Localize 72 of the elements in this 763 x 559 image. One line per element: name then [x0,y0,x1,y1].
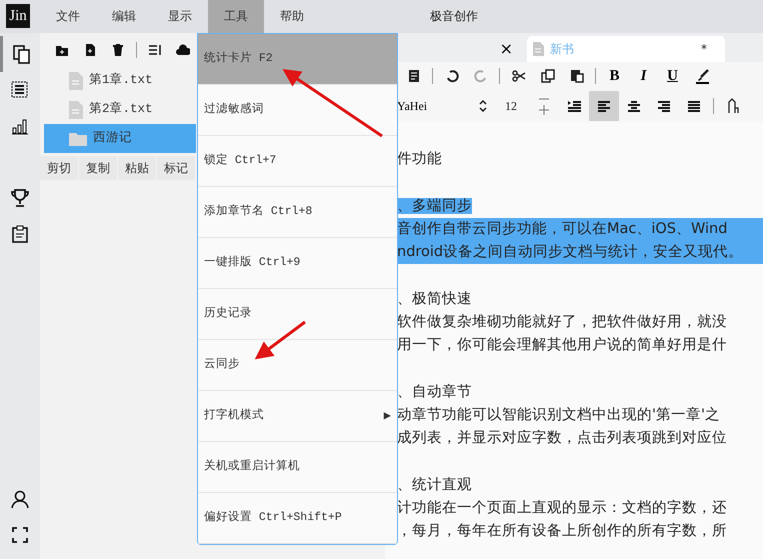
file-icon [533,42,544,56]
folder-icon [69,132,87,146]
align-indent-icon [567,99,581,113]
file-icon [69,100,83,118]
action-button[interactable]: 剪切 [40,156,78,180]
align-center-icon [627,99,641,113]
italic-button[interactable]: I [629,63,658,89]
align-right-icon [657,99,671,113]
brush-icon [694,68,708,84]
clipboard-icon [10,224,30,244]
font-select[interactable]: YaHei [397,97,487,115]
window-title: 极音创作 [430,8,478,25]
action-button[interactable]: 标记 [157,156,195,180]
list-icon [10,80,30,100]
action-button[interactable]: 粘贴 [118,156,156,180]
sort-button[interactable] [148,42,162,56]
section-title: 、自动章节 [397,384,472,400]
menu-entry[interactable]: 打字机模式 ▶ [198,391,397,442]
doc-heading: 件功能 [397,150,443,169]
editor-tab[interactable]: 新书 * [527,36,725,62]
menu-entry[interactable]: 过滤敏感词 [198,85,397,136]
menu-entry[interactable]: 统计卡片 F2 [198,34,397,85]
paragraph: 音创作自带云同步功能，可以在Mac、iOS、Wind ndroid设备之间自动同步文档与统计，安全又现代。 [397,218,763,264]
file-item[interactable]: 西游记 [44,124,196,153]
menu-entry[interactable]: 云同步 [198,340,397,391]
section-title: 、多端同步 [397,198,472,214]
cloud-icon [176,42,190,56]
plus-minus-icon [538,97,550,115]
paragraph: 计功能在一个页面上直观的显示：文档的字数，还 ，每月，每年在所有设备上所创作的所有字数，所 [397,498,728,541]
paragraph: 软件做复杂堆砌功能就好了，把软件做好用，就没 用一下，你可能会理解其他用户说的简单好用是什 [397,313,728,355]
cloud-button[interactable] [176,42,190,56]
document-icon [406,68,420,84]
spacing-icon [727,98,739,114]
sort-icon [148,42,162,56]
delete-button[interactable] [111,42,125,56]
menu-entry[interactable]: 关机或重启计算机 [198,442,397,493]
file-item[interactable]: 第2章.txt [44,95,196,124]
bold-button[interactable]: B [600,63,629,89]
file-item[interactable]: 第1章.txt [44,66,196,95]
app-logo: Jin [6,4,30,28]
trophy-icon [10,188,30,208]
menu-entry[interactable]: 偏好设置 Ctrl+Shift+P [198,493,397,544]
files-icon [12,44,32,64]
menu-entry[interactable]: 历史记录 [198,289,397,340]
font-size-field[interactable]: 12 [505,97,517,115]
paste-icon [570,68,584,84]
menu-item[interactable]: 文件 [40,0,96,33]
action-button[interactable]: 复制 [79,156,117,180]
fullscreen-icon [10,525,30,545]
paragraph: 动章节功能可以智能识别文档中出现的'第一章'之 成列表，并显示对应字数，点击列表项跳到对应位 [397,406,728,448]
align-left-icon [597,99,611,113]
menu-item[interactable]: 编辑 [96,0,152,33]
file-icon [69,72,83,90]
chevron-updown-icon [479,100,487,112]
section-title: 、极简快速 [397,291,472,307]
new-file-icon [83,42,97,56]
menu-item[interactable]: 帮助 [264,0,320,33]
scissors-icon [512,68,526,84]
menu-item[interactable]: 显示 [152,0,208,33]
menu-entry[interactable]: 添加章节名 Ctrl+8 [198,187,397,238]
align-button[interactable] [589,91,619,121]
menu-entry[interactable]: 一键排版 Ctrl+9 [198,238,397,289]
copy-icon [540,68,554,84]
trash-icon [111,42,125,56]
align-justify-icon [687,99,701,113]
user-icon [10,489,30,509]
menu-item[interactable]: 工具 [208,0,264,33]
menu-entry[interactable]: 锁定 Ctrl+7 [198,136,397,187]
underline-button[interactable]: U [658,63,687,89]
new-file-button[interactable] [83,42,97,56]
annotation-arrow [254,320,306,360]
section-title: 、统计直观 [397,477,472,493]
